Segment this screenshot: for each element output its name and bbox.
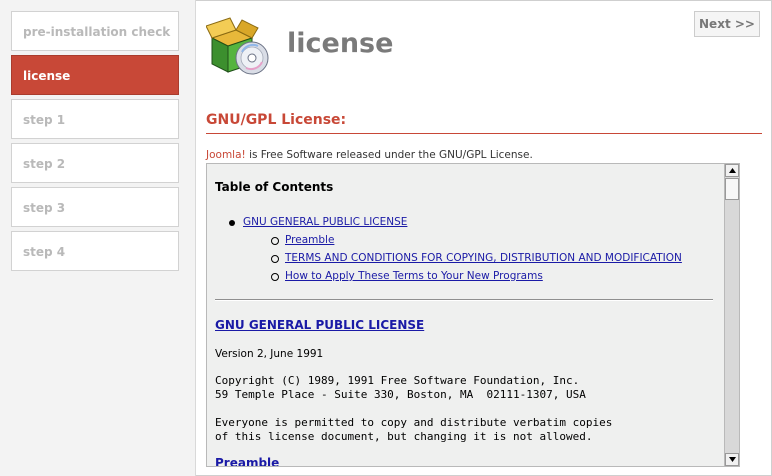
scroll-up-button[interactable] bbox=[725, 164, 739, 177]
toc-link-how-to-apply[interactable]: How to Apply These Terms to Your New Pro… bbox=[285, 270, 543, 282]
toc-item-terms: TERMS AND CONDITIONS FOR COPYING, DISTRI… bbox=[271, 252, 682, 264]
license-divider bbox=[215, 299, 713, 301]
permission-line-1: Everyone is permitted to copy and distri… bbox=[215, 416, 613, 429]
section-divider bbox=[206, 133, 762, 134]
copyright-line-1: Copyright (C) 1989, 1991 Free Software F… bbox=[215, 374, 580, 387]
section-title: GNU/GPL License: bbox=[206, 112, 347, 128]
brand-name: Joomla! bbox=[206, 149, 246, 161]
arrow-down-icon bbox=[729, 457, 736, 462]
license-heading[interactable]: GNU GENERAL PUBLIC LICENSE bbox=[215, 318, 424, 332]
vertical-scrollbar[interactable] bbox=[724, 164, 739, 466]
toc-link-terms[interactable]: TERMS AND CONDITIONS FOR COPYING, DISTRI… bbox=[285, 252, 682, 264]
step-4[interactable]: step 4 bbox=[11, 231, 179, 271]
toc-title: Table of Contents bbox=[215, 180, 334, 194]
license-version: Version 2, June 1991 bbox=[215, 348, 324, 360]
bullet-open-icon bbox=[271, 273, 279, 281]
toc-item-main: GNU GENERAL PUBLIC LICENSE bbox=[229, 216, 407, 228]
license-text-frame[interactable]: Table of Contents GNU GENERAL PUBLIC LIC… bbox=[206, 163, 740, 467]
bullet-open-icon bbox=[271, 255, 279, 263]
intro-text: Joomla! is Free Software released under … bbox=[206, 149, 533, 161]
preamble-heading-link[interactable]: Preamble bbox=[215, 456, 279, 466]
scroll-thumb[interactable] bbox=[725, 178, 739, 200]
step-pre-installation-check[interactable]: pre-installation check bbox=[11, 11, 179, 51]
license-heading-link[interactable]: GNU GENERAL PUBLIC LICENSE bbox=[215, 318, 424, 332]
toc-link-preamble[interactable]: Preamble bbox=[285, 234, 334, 246]
install-box-icon bbox=[205, 14, 272, 76]
step-license[interactable]: license bbox=[11, 55, 179, 95]
step-2[interactable]: step 2 bbox=[11, 143, 179, 183]
preamble-heading[interactable]: Preamble bbox=[215, 456, 279, 466]
next-button[interactable]: Next >> bbox=[694, 11, 760, 37]
page-title: license bbox=[287, 28, 394, 59]
toc-item-preamble: Preamble bbox=[271, 234, 334, 246]
steps-sidebar: pre-installation check license step 1 st… bbox=[0, 0, 196, 476]
bullet-open-icon bbox=[271, 237, 279, 245]
arrow-up-icon bbox=[729, 168, 736, 173]
step-3[interactable]: step 3 bbox=[11, 187, 179, 227]
bullet-filled-icon bbox=[229, 220, 235, 226]
toc-link-gpl[interactable]: GNU GENERAL PUBLIC LICENSE bbox=[243, 216, 407, 228]
intro-sentence: is Free Software released under the GNU/… bbox=[245, 149, 533, 161]
step-1[interactable]: step 1 bbox=[11, 99, 179, 139]
copyright-line-2: 59 Temple Place - Suite 330, Boston, MA … bbox=[215, 388, 586, 401]
toc-item-how-to-apply: How to Apply These Terms to Your New Pro… bbox=[271, 270, 543, 282]
permission-line-2: of this license document, but changing i… bbox=[215, 430, 593, 443]
scroll-down-button[interactable] bbox=[725, 453, 739, 466]
